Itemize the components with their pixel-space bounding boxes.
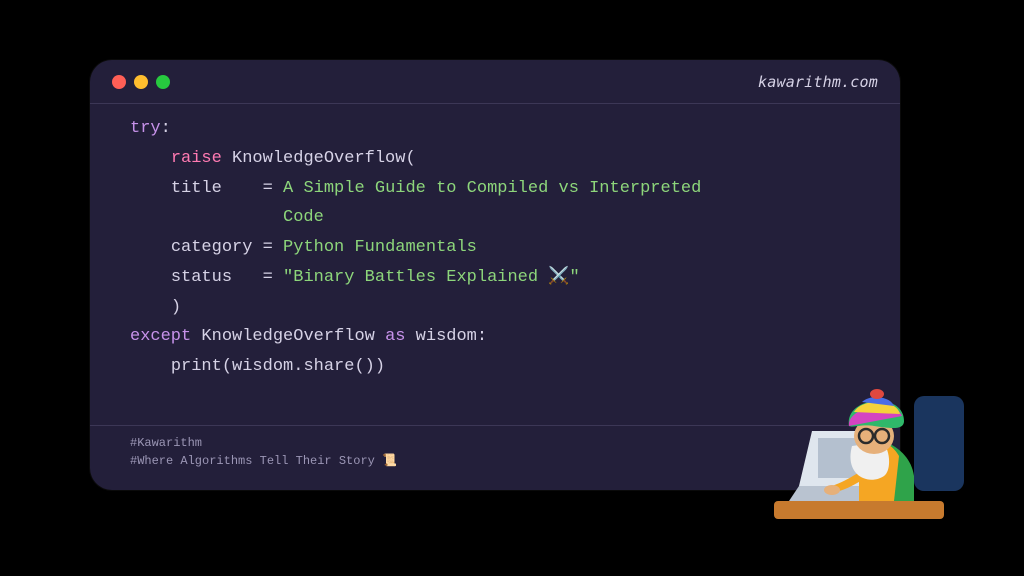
minimize-dot-icon	[134, 75, 148, 89]
wisdom-ident: wisdom	[416, 327, 477, 346]
exception-class: KnowledgeOverflow	[232, 149, 405, 168]
kw-raise: raise	[171, 149, 222, 168]
hashtag-2: #Where Algorithms Tell Their Story 📜	[130, 452, 860, 470]
site-label: kawarithm.com	[758, 73, 878, 91]
window-controls	[112, 75, 170, 89]
close-paren: )	[171, 298, 181, 317]
hashtag-1: #Kawarithm	[130, 434, 860, 452]
param-category-key: category	[171, 238, 253, 257]
param-title-val-2: Code	[283, 208, 324, 227]
elder-coder-icon	[774, 336, 974, 536]
window-titlebar: kawarithm.com	[90, 60, 900, 104]
maximize-dot-icon	[156, 75, 170, 89]
kw-as: as	[385, 327, 405, 346]
param-title-key: title	[171, 179, 222, 198]
param-category-val: Python Fundamentals	[283, 238, 477, 257]
close-dot-icon	[112, 75, 126, 89]
param-title-val-1: A Simple Guide to Compiled vs Interprete…	[283, 179, 701, 198]
share-call: (wisdom.share())	[222, 357, 385, 376]
kw-try: try	[130, 119, 161, 138]
param-status-val: "Binary Battles Explained ⚔️"	[283, 268, 580, 287]
param-status-key: status	[171, 268, 232, 287]
kw-except: except	[130, 327, 191, 346]
print-call: print	[171, 357, 222, 376]
